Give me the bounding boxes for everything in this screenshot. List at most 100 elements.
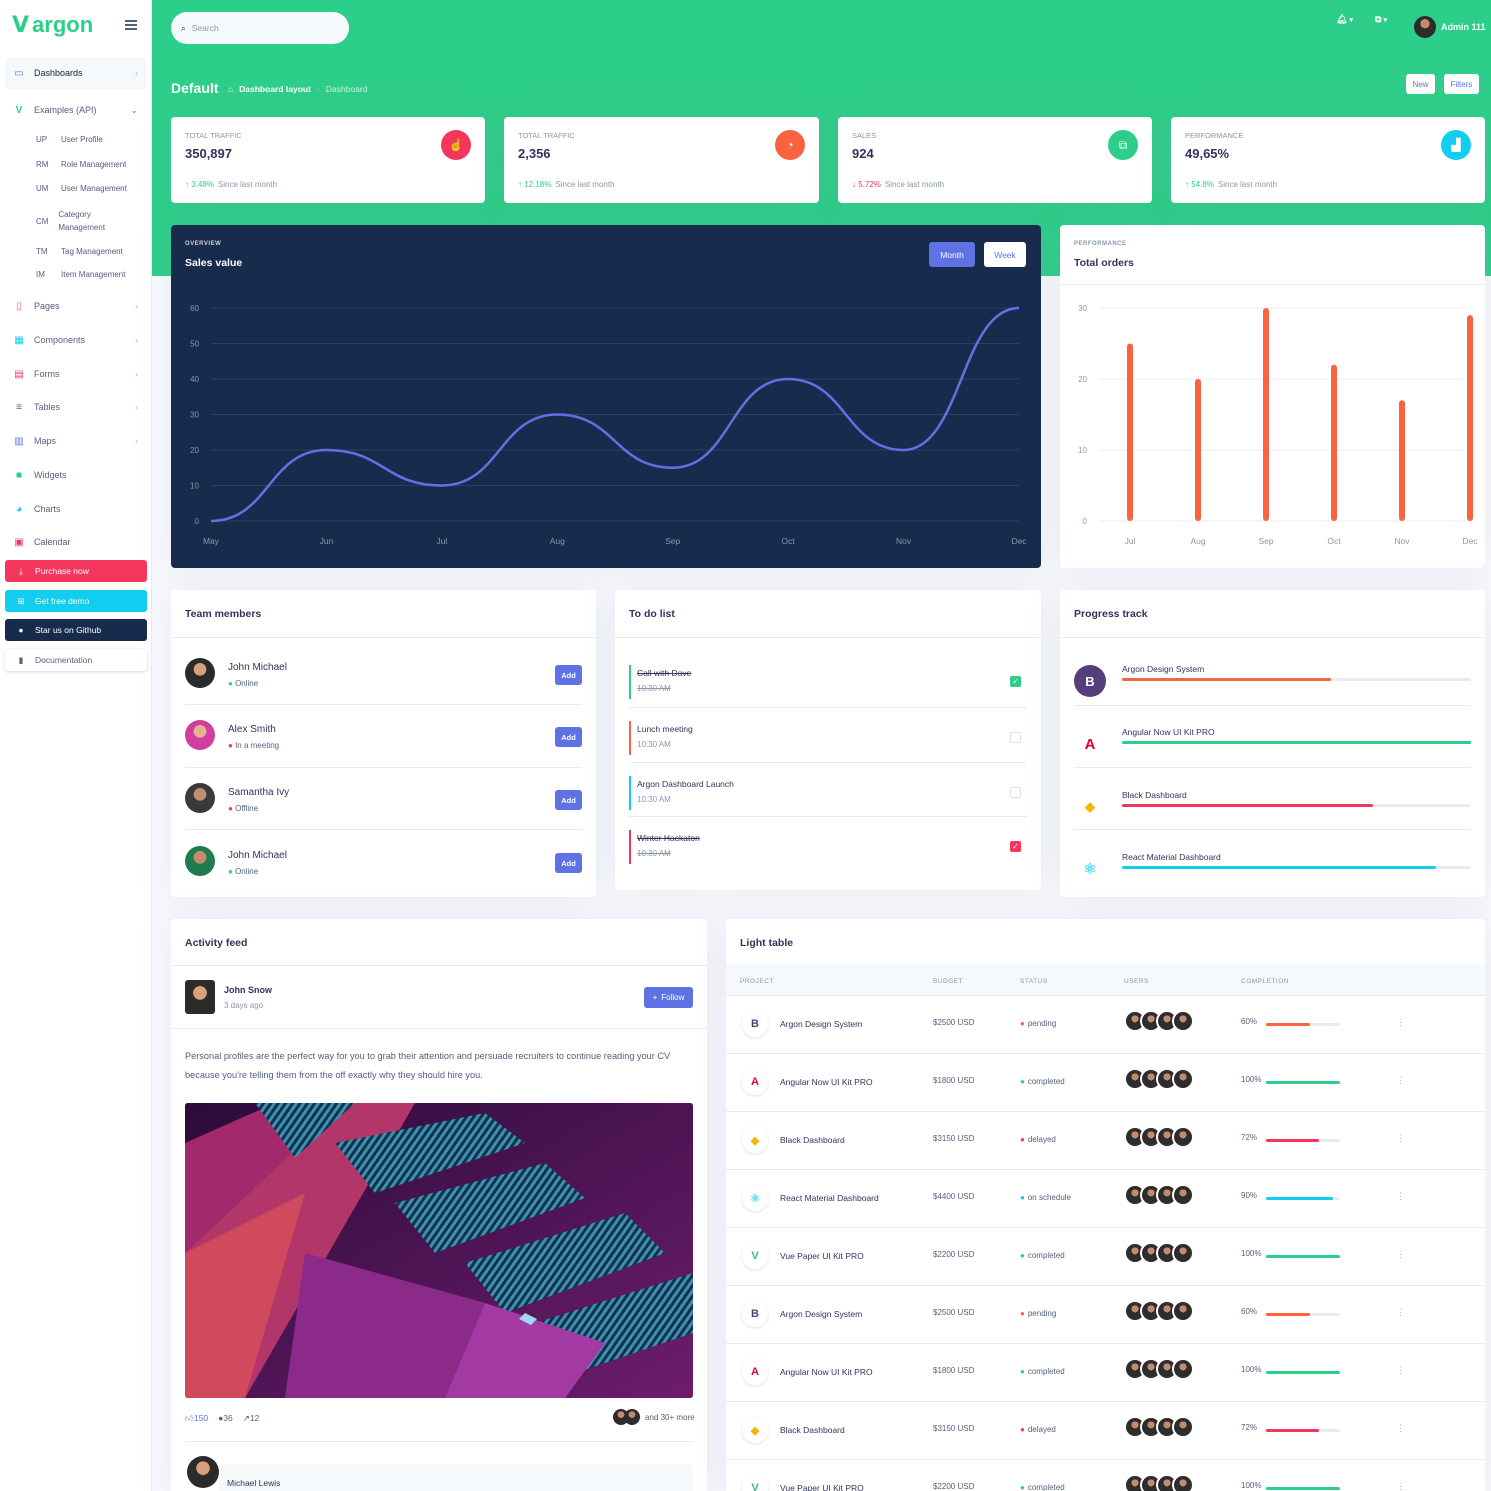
- column-header[interactable]: Users: [1124, 978, 1149, 985]
- more-options-icon[interactable]: ⋮: [1396, 1017, 1405, 1028]
- more-options-icon[interactable]: ⋮: [1396, 1249, 1405, 1260]
- x-tick-label: Sep: [665, 536, 680, 546]
- column-header[interactable]: Status: [1020, 978, 1048, 985]
- avatar[interactable]: [1172, 1416, 1194, 1438]
- breadcrumb-item: Dashboard: [325, 84, 368, 94]
- book-icon: ▮: [18, 654, 24, 665]
- more-options-icon[interactable]: ⋮: [1396, 1365, 1405, 1376]
- sidebar-item-components[interactable]: ▦ Components ›: [5, 329, 147, 351]
- avatar: [185, 980, 215, 1014]
- more-options-icon[interactable]: ⋮: [1396, 1481, 1405, 1491]
- more-options-icon[interactable]: ⋮: [1396, 1075, 1405, 1086]
- table-row: V Vue Paper UI Kit PRO $2200 USD ● completed…: [726, 1459, 1485, 1491]
- more-options-icon[interactable]: ⋮: [1396, 1423, 1405, 1434]
- team-members-card: Team members John Michael ● Online Add A…: [171, 590, 596, 897]
- commenter-name: Michael Lewis: [227, 1478, 281, 1488]
- plus-icon: +: [652, 993, 658, 1002]
- sidebar-item-dashboards[interactable]: ▭ Dashboards ›: [5, 57, 147, 89]
- todo-checkbox[interactable]: ✓: [1010, 676, 1021, 687]
- sidebar-subitem-item-management[interactable]: IM Item Management: [36, 270, 125, 279]
- user-avatars: [1124, 1068, 1194, 1090]
- breadcrumb-item[interactable]: Dashboard layout: [239, 84, 311, 94]
- project-name[interactable]: React Material Dashboard: [780, 1193, 879, 1203]
- avatar[interactable]: [1172, 1242, 1194, 1264]
- avatar[interactable]: [1172, 1474, 1194, 1491]
- todo-checkbox[interactable]: ✓: [1010, 841, 1021, 852]
- sidebar-subitem-tag-management[interactable]: TM Tag Management: [36, 247, 123, 256]
- argon-logo[interactable]: V argon: [12, 8, 93, 42]
- purchase-now-button[interactable]: ⤓ Purchase now: [5, 560, 147, 582]
- project-name[interactable]: Black Dashboard: [780, 1425, 845, 1435]
- hand-pointer-icon: ☝: [441, 130, 471, 160]
- filters-button[interactable]: Filters: [1444, 74, 1479, 94]
- sidebar-item-tables[interactable]: ≡ Tables ›: [5, 396, 147, 418]
- like-button[interactable]: 👍︎150: [185, 1413, 208, 1424]
- column-header[interactable]: Project: [740, 978, 774, 985]
- add-button[interactable]: Add: [555, 727, 582, 747]
- add-button[interactable]: Add: [555, 853, 582, 873]
- sidebar-item-charts[interactable]: ◕ Charts: [5, 498, 147, 520]
- follow-button[interactable]: + Follow: [644, 987, 693, 1008]
- star-github-button[interactable]: ● Star us on Github: [5, 619, 147, 641]
- budget: $3150 USD: [933, 1424, 975, 1433]
- avatar[interactable]: [1172, 1300, 1194, 1322]
- more-options-icon[interactable]: ⋮: [1396, 1307, 1405, 1318]
- x-tick-label: Oct: [1327, 536, 1341, 546]
- user-menu[interactable]: Admin 111: [1414, 16, 1486, 38]
- project-name[interactable]: Vue Paper UI Kit PRO: [780, 1483, 864, 1491]
- more-options-icon[interactable]: ⋮: [1396, 1191, 1405, 1202]
- add-button[interactable]: Add: [555, 790, 582, 810]
- post-author[interactable]: John Snow: [224, 985, 272, 995]
- add-button[interactable]: Add: [555, 665, 582, 685]
- new-button[interactable]: New: [1406, 74, 1435, 94]
- search-input[interactable]: ⌕ Search: [171, 12, 349, 44]
- chevron-right-icon: ›: [135, 436, 138, 446]
- sidebar-subitem-role-management[interactable]: RM Role Management: [36, 160, 126, 169]
- post-image[interactable]: [185, 1103, 693, 1398]
- share-button[interactable]: ↗12: [243, 1413, 260, 1424]
- member-status: ● Offline: [228, 804, 259, 813]
- progress-item: ◆ Black Dashboard: [1074, 779, 1471, 841]
- project-name[interactable]: Argon Design System: [780, 1309, 862, 1319]
- sidebar-subitem-category-management[interactable]: CM Category Management: [36, 208, 112, 234]
- notifications-dropdown[interactable]: 🔔︎ ▾: [1336, 14, 1353, 25]
- column-header[interactable]: Completion: [1241, 978, 1289, 985]
- project-name[interactable]: Vue Paper UI Kit PRO: [780, 1251, 864, 1261]
- avatar[interactable]: [1172, 1126, 1194, 1148]
- shortcuts-dropdown[interactable]: ⧉ ▾: [1375, 14, 1387, 25]
- project-name[interactable]: Angular Now UI Kit PRO: [780, 1077, 873, 1087]
- sidebar-item-pages[interactable]: ▯ Pages ›: [5, 295, 147, 317]
- status-dot: ●: [1020, 1425, 1025, 1434]
- sidebar-item-examples[interactable]: V Examples (API) ⌄: [5, 96, 147, 124]
- documentation-button[interactable]: ▮ Documentation: [5, 649, 147, 671]
- project-name[interactable]: Black Dashboard: [780, 1135, 845, 1145]
- sidebar-item-forms[interactable]: ▤ Forms ›: [5, 363, 147, 385]
- sidebar-item-widgets[interactable]: ■ Widgets: [5, 464, 147, 486]
- sidebar-item-maps[interactable]: ▥ Maps ›: [5, 430, 147, 452]
- sidebar-subitem-user-management[interactable]: UM User Management: [36, 184, 127, 193]
- get-free-demo-button[interactable]: ⊞ Get free demo: [5, 590, 147, 612]
- completion-value: 72%: [1241, 1423, 1258, 1432]
- sidebar-item-calendar[interactable]: ▣ Calendar: [5, 531, 147, 553]
- todo-checkbox[interactable]: [1010, 787, 1021, 798]
- avatar[interactable]: [1172, 1010, 1194, 1032]
- stat-footer: ↑ 12.18% Since last month: [518, 180, 615, 189]
- x-tick-label: Sep: [1258, 536, 1273, 546]
- activity-feed-card: Activity feed John Snow 3 days ago + Foll…: [171, 919, 707, 1491]
- sidenav-toggle-icon[interactable]: [125, 20, 137, 30]
- y-tick-label: 20: [190, 446, 199, 455]
- avatar[interactable]: [1172, 1068, 1194, 1090]
- subitem-abbr: UP: [36, 135, 48, 144]
- comment-button[interactable]: ●36: [218, 1413, 233, 1424]
- sidebar-subitem-user-profile[interactable]: UP User Profile: [36, 135, 103, 144]
- todo-checkbox[interactable]: [1010, 732, 1021, 743]
- column-header[interactable]: Budget: [933, 978, 963, 985]
- project-name[interactable]: Argon Design System: [780, 1019, 862, 1029]
- cta-label: Purchase now: [35, 566, 89, 576]
- more-options-icon[interactable]: ⋮: [1396, 1133, 1405, 1144]
- home-icon[interactable]: ⌂: [228, 84, 233, 94]
- avatar[interactable]: [1172, 1184, 1194, 1206]
- avatar[interactable]: [1172, 1358, 1194, 1380]
- bar: [1399, 400, 1405, 521]
- project-name[interactable]: Angular Now UI Kit PRO: [780, 1367, 873, 1377]
